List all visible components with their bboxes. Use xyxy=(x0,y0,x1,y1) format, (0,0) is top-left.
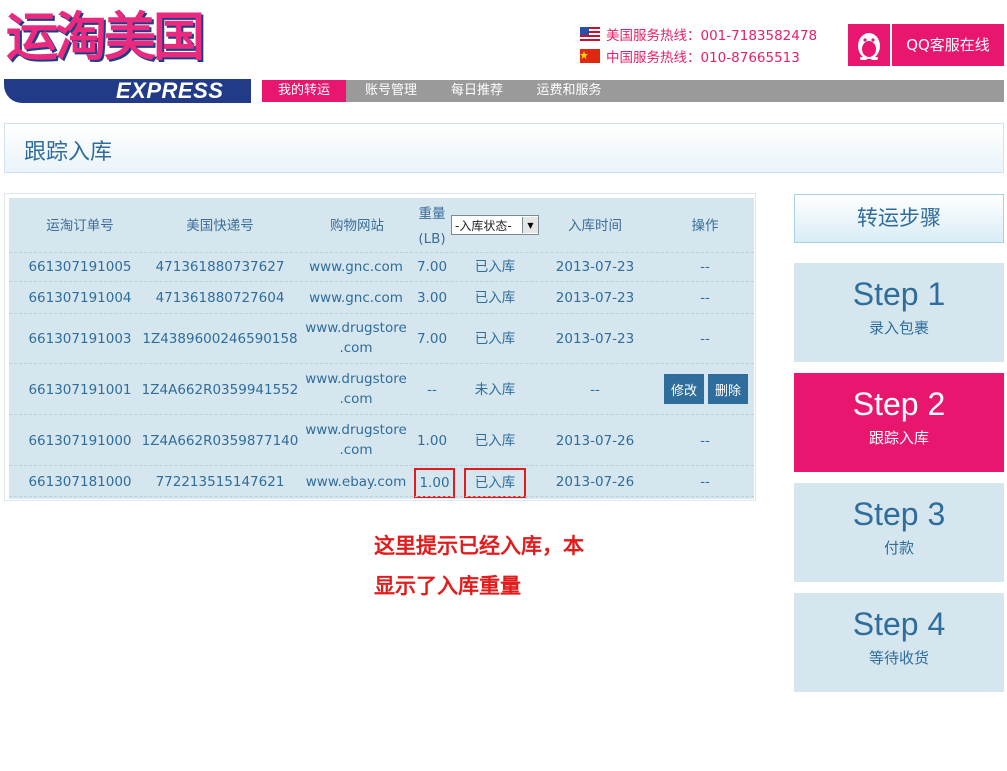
table-row-weight: 7.00 xyxy=(416,331,448,347)
table-row-time: 2013-07-23 xyxy=(555,259,635,275)
page-title: 跟踪入库 xyxy=(24,140,113,165)
table-row-tracking: 1Z4389600246590158 xyxy=(142,331,298,347)
table-row-time: 2013-07-23 xyxy=(555,290,635,306)
steps-title: 转运步骤 xyxy=(857,206,941,230)
us-flag-icon xyxy=(580,27,600,41)
nav-daily-recommend[interactable]: 每日推荐 xyxy=(440,80,514,102)
annotation-line-1: 这里提示已经入库，本 xyxy=(374,534,584,558)
col-header-weight: 重量 xyxy=(418,206,446,222)
table-row-site[interactable]: www.ebay.com xyxy=(300,472,412,492)
table-row-tracking: 1Z4A662R0359877140 xyxy=(141,433,299,449)
status-filter-value: -入库状态- xyxy=(455,218,512,233)
cn-hotline: 中国服务热线：010-87665513 xyxy=(580,45,800,67)
table-row-status: 已入库 xyxy=(474,290,516,306)
table-row-weight: 1.00 xyxy=(416,433,448,449)
table-row-order: 661307191003 xyxy=(28,331,132,347)
nav-account[interactable]: 账号管理 xyxy=(352,80,430,102)
table-row-site[interactable]: www.drugstore xyxy=(300,369,412,389)
status-highlight-box: 已入库 xyxy=(464,468,526,498)
table-row-status: 已入库 xyxy=(474,259,516,275)
row-divider xyxy=(9,465,754,466)
table-row-time: 2013-07-23 xyxy=(555,331,635,347)
table-row-time: -- xyxy=(590,382,600,398)
us-hotline: 美国服务热线：001-7183582478 xyxy=(580,23,817,45)
table-row-weight: 3.00 xyxy=(416,290,448,306)
col-header-weight-unit: (LB) xyxy=(418,231,446,247)
cn-hotline-text: 中国服务热线：010-87665513 xyxy=(606,50,800,66)
logo-text: 运淘美国 xyxy=(6,8,205,68)
step-3-number: Step 3 xyxy=(852,496,946,532)
step-2-number: Step 2 xyxy=(852,386,946,422)
table-row-site-suffix[interactable]: .com xyxy=(300,389,412,409)
table-row-status: 已入库 xyxy=(474,475,516,491)
table-row-action: -- xyxy=(700,290,710,306)
annotation-line-2: 显示了入库重量 xyxy=(374,574,521,598)
table-row-action: -- xyxy=(700,331,710,347)
nav-shipping-service[interactable]: 运费和服务 xyxy=(526,80,612,102)
col-header-tracking-no: 美国快递号 xyxy=(186,218,254,234)
status-filter-select[interactable]: -入库状态- ▼ xyxy=(451,215,539,235)
delete-button[interactable]: 删除 xyxy=(708,374,748,404)
step-1-number: Step 1 xyxy=(852,276,946,312)
table-row-time: 2013-07-26 xyxy=(555,474,635,490)
table-row-weight: 7.00 xyxy=(416,259,448,275)
table-row-site[interactable]: www.gnc.com xyxy=(300,257,412,277)
step-4-number: Step 4 xyxy=(852,606,946,642)
weight-highlight-box: 1.00 xyxy=(414,468,455,498)
page-title-bar xyxy=(4,123,1004,173)
edit-button[interactable]: 修改 xyxy=(664,374,704,404)
table-row-site[interactable]: www.gnc.com xyxy=(300,288,412,308)
table-row-action: -- xyxy=(700,474,710,490)
row-divider xyxy=(9,414,754,415)
col-header-site: 购物网站 xyxy=(330,218,384,234)
table-row-tracking: 1Z4A662R0359941552 xyxy=(141,382,299,398)
row-divider xyxy=(9,281,754,282)
step-4-label: 等待收货 xyxy=(868,649,929,667)
cn-flag-icon xyxy=(580,49,600,63)
step-1-label: 录入包裹 xyxy=(868,319,929,337)
table-row-tracking: 772213515147621 xyxy=(155,474,285,490)
table-row-site[interactable]: www.drugstore xyxy=(300,318,412,338)
table-row-tracking: 471361880737627 xyxy=(155,259,285,275)
row-divider xyxy=(9,496,754,497)
table-row-order: 661307181000 xyxy=(28,474,132,490)
qq-service-label[interactable]: QQ客服在线 xyxy=(892,24,1004,66)
table-row-status: 未入库 xyxy=(474,382,516,398)
logo-express-text: EXPRESS xyxy=(116,78,224,103)
step-3-label: 付款 xyxy=(883,539,914,557)
table-row-action: -- xyxy=(700,433,710,449)
col-header-time: 入库时间 xyxy=(568,218,622,234)
table-row-order: 661307191005 xyxy=(28,259,132,275)
row-divider xyxy=(9,252,754,253)
table-row-weight: 1.00 xyxy=(419,475,450,491)
table-row-site-suffix[interactable]: .com xyxy=(300,338,412,358)
col-header-action: 操作 xyxy=(691,218,719,234)
table-row-order: 661307191001 xyxy=(28,382,132,398)
chevron-down-icon[interactable]: ▼ xyxy=(522,217,538,233)
step-2-label: 跟踪入库 xyxy=(868,429,929,447)
table-row-action: -- xyxy=(700,259,710,275)
col-header-order-no: 运淘订单号 xyxy=(46,218,114,234)
nav-my-transfer[interactable]: 我的转运 xyxy=(262,80,346,102)
table-row-time: 2013-07-26 xyxy=(555,433,635,449)
table-row-tracking: 471361880727604 xyxy=(155,290,285,306)
table-row-status: 已入库 xyxy=(474,433,516,449)
table-row-site[interactable]: www.drugstore xyxy=(300,420,412,440)
table-row-weight: -- xyxy=(427,382,437,398)
table-row-status: 已入库 xyxy=(474,331,516,347)
table-row-order: 661307191000 xyxy=(28,433,132,449)
row-divider xyxy=(9,313,754,314)
table-row-site-suffix[interactable]: .com xyxy=(300,440,412,460)
row-divider xyxy=(9,363,754,364)
table-row-order: 661307191004 xyxy=(28,290,132,306)
qq-penguin-icon xyxy=(848,24,892,66)
us-hotline-text: 美国服务热线：001-7183582478 xyxy=(606,28,818,44)
